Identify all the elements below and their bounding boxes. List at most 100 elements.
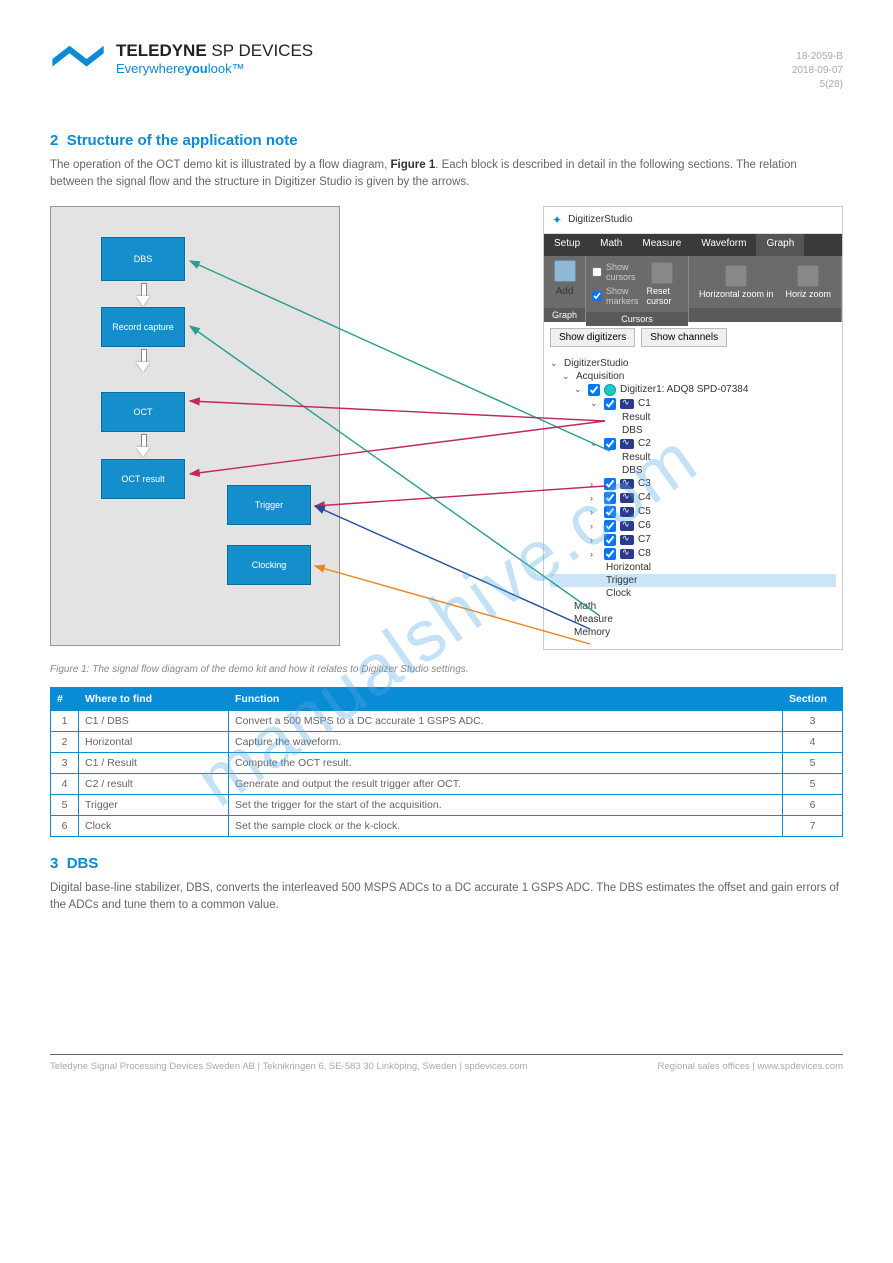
tree-c6[interactable]: C6 (638, 520, 651, 531)
flow-diagram: DBS Record capture OCT OCT result Trigge… (50, 206, 340, 646)
ribbon-group-cursors: Cursors (586, 312, 688, 326)
tree-c1[interactable]: C1 (638, 398, 651, 409)
digitizer-status-icon (604, 384, 616, 396)
table-row: 4C2 / resultGenerate and output the resu… (51, 773, 843, 794)
tree-trigger[interactable]: Trigger (606, 575, 637, 586)
chevron-down-icon[interactable]: ⌄ (562, 371, 572, 382)
zoom-out-icon[interactable] (797, 265, 819, 287)
tree-c1-dbs[interactable]: DBS (622, 425, 643, 436)
table-row: 2HorizontalCapture the waveform.4 (51, 731, 843, 752)
c2-checkbox[interactable] (604, 438, 616, 450)
tree-c8[interactable]: C8 (638, 548, 651, 559)
add-button[interactable]: Add (556, 286, 574, 297)
tree-c7[interactable]: C7 (638, 534, 651, 545)
tab-setup[interactable]: Setup (544, 234, 590, 256)
zoom-in-icon[interactable] (725, 265, 747, 287)
chevron-down-icon[interactable]: ⌄ (574, 384, 584, 395)
channel-icon (620, 549, 634, 559)
tree-math[interactable]: Math (574, 601, 596, 612)
tree-c5[interactable]: C5 (638, 506, 651, 517)
c3-checkbox[interactable] (604, 478, 616, 490)
chevron-right-icon[interactable]: › (590, 521, 600, 531)
tab-measure[interactable]: Measure (632, 234, 691, 256)
chevron-right-icon[interactable]: › (590, 493, 600, 503)
c8-checkbox[interactable] (604, 548, 616, 560)
flow-arrow-icon (136, 283, 150, 305)
tree-memory[interactable]: Memory (574, 627, 610, 638)
tree-acquisition[interactable]: Acquisition (576, 371, 624, 382)
tree-horizontal[interactable]: Horizontal (606, 562, 651, 573)
reset-cursor-button[interactable]: Reset cursor (647, 286, 678, 306)
flow-box-oct-result: OCT result (101, 459, 185, 499)
tree-c4[interactable]: C4 (638, 492, 651, 503)
channel-icon (620, 399, 634, 409)
flow-arrow-icon (136, 349, 150, 389)
teledyne-logo-icon (50, 40, 108, 78)
window-title: DigitizerStudio (568, 214, 632, 225)
flow-box-trigger: Trigger (227, 485, 311, 525)
show-cursors-checkbox[interactable] (592, 267, 602, 277)
chevron-right-icon[interactable]: › (590, 549, 600, 559)
tab-graph[interactable]: Graph (756, 234, 804, 256)
digitizer-checkbox[interactable] (588, 384, 600, 396)
tree-c3[interactable]: C3 (638, 478, 651, 489)
show-digitizers-button[interactable]: Show digitizers (550, 328, 635, 347)
tree-clock[interactable]: Clock (606, 588, 631, 599)
ribbon-tabs: Setup Math Measure Waveform Graph (544, 234, 842, 256)
tree-c2-dbs[interactable]: DBS (622, 465, 643, 476)
section-3-title: 3 DBS (50, 855, 843, 872)
show-channels-button[interactable]: Show channels (641, 328, 727, 347)
horizontal-zoom-in-button[interactable]: Horizontal zoom in (699, 289, 774, 299)
page-footer: Teledyne Signal Processing Devices Swede… (50, 1054, 843, 1072)
tree-digitizer[interactable]: Digitizer1: ADQ8 SPD-07384 (620, 384, 748, 395)
section-3-body: Digital base-line stabilizer, DBS, conve… (50, 880, 843, 915)
c6-checkbox[interactable] (604, 520, 616, 532)
logo-brand: TELEDYNE SP DEVICES (116, 41, 313, 61)
show-markers-label: Show markers (606, 286, 639, 306)
ribbon-group-graph: Graph (544, 308, 585, 322)
channel-icon (620, 521, 634, 531)
col-num: # (51, 687, 79, 710)
chevron-right-icon[interactable]: › (590, 535, 600, 545)
section-2-body: The operation of the OCT demo kit is ill… (50, 157, 843, 192)
chevron-down-icon[interactable]: ⌄ (590, 398, 600, 409)
table-row: 5TriggerSet the trigger for the start of… (51, 794, 843, 815)
flow-box-oct: OCT (101, 392, 185, 432)
c5-checkbox[interactable] (604, 506, 616, 518)
col-function: Function (229, 687, 783, 710)
col-section: Section (783, 687, 843, 710)
chevron-right-icon[interactable]: › (590, 507, 600, 517)
tree-c2-result[interactable]: Result (622, 452, 650, 463)
tree-root[interactable]: DigitizerStudio (564, 358, 628, 369)
figure-1-caption: Figure 1: The signal flow diagram of the… (50, 664, 843, 675)
flow-box-dbs: DBS (101, 237, 185, 281)
logo-tagline: Everywhereyoulook™ (116, 61, 313, 77)
col-where: Where to find (79, 687, 229, 710)
tree-c2[interactable]: C2 (638, 438, 651, 449)
c4-checkbox[interactable] (604, 492, 616, 504)
app-icon: ✦ (552, 213, 562, 227)
c1-checkbox[interactable] (604, 398, 616, 410)
reset-cursor-icon[interactable] (651, 262, 673, 284)
table-row: 3C1 / ResultCompute the OCT result.5 (51, 752, 843, 773)
tree-view: ⌄ DigitizerStudio ⌄ Acquisition ⌄ Digitizer… (544, 353, 842, 649)
tab-waveform[interactable]: Waveform (691, 234, 756, 256)
add-graph-icon[interactable] (554, 260, 576, 282)
show-markers-checkbox[interactable] (592, 291, 602, 301)
tree-measure[interactable]: Measure (574, 614, 613, 625)
chevron-down-icon[interactable]: ⌄ (550, 358, 560, 369)
tree-c1-result[interactable]: Result (622, 412, 650, 423)
chevron-down-icon[interactable]: ⌄ (590, 438, 600, 449)
flow-box-clocking: Clocking (227, 545, 311, 585)
digitizer-studio-screenshot: ✦ DigitizerStudio Setup Math Measure Wav… (543, 206, 843, 650)
signal-flow-table: # Where to find Function Section 1C1 / D… (50, 687, 843, 837)
channel-icon (620, 535, 634, 545)
chevron-right-icon[interactable]: › (590, 479, 600, 489)
tab-math[interactable]: Math (590, 234, 632, 256)
horizontal-zoom-out-button[interactable]: Horiz zoom (785, 289, 831, 299)
c7-checkbox[interactable] (604, 534, 616, 546)
channel-icon (620, 439, 634, 449)
channel-icon (620, 493, 634, 503)
window-titlebar: ✦ DigitizerStudio (544, 207, 842, 234)
channel-icon (620, 479, 634, 489)
